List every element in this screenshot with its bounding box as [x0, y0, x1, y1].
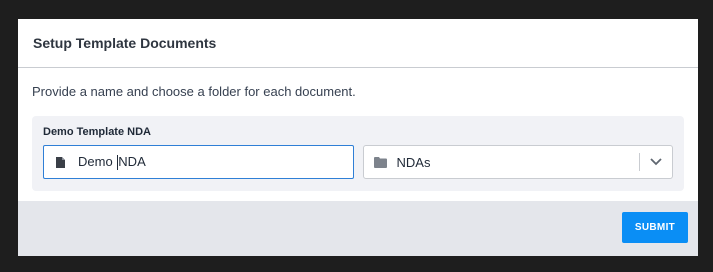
document-icon: [56, 156, 65, 168]
chevron-down-icon[interactable]: [640, 146, 672, 178]
submit-button[interactable]: SUBMIT: [622, 212, 688, 243]
document-card: Demo Template NDA Demo NDA NDAs: [32, 116, 684, 191]
folder-icon: [373, 156, 387, 168]
document-row: Demo NDA NDAs: [43, 145, 673, 179]
instructions-text: Provide a name and choose a folder for e…: [32, 84, 356, 99]
modal-body: Provide a name and choose a folder for e…: [18, 68, 698, 201]
modal-footer: SUBMIT: [18, 201, 698, 256]
document-label: Demo Template NDA: [43, 126, 151, 138]
folder-select-value: NDAs: [396, 154, 431, 170]
modal-header: Setup Template Documents: [18, 19, 698, 68]
modal-title: Setup Template Documents: [33, 35, 217, 51]
setup-documents-modal: Setup Template Documents Provide a name …: [18, 19, 698, 256]
document-name-input[interactable]: Demo NDA: [43, 145, 354, 179]
document-name-value: Demo NDA: [78, 153, 146, 171]
folder-select[interactable]: NDAs: [362, 145, 673, 179]
